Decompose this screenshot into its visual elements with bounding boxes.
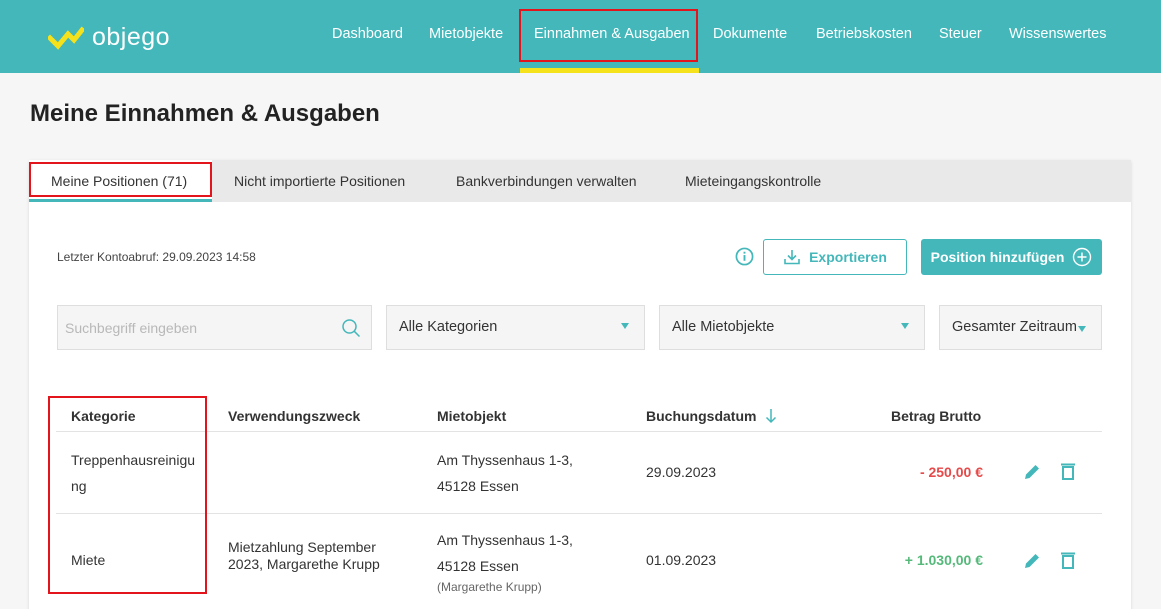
add-position-button-label: Position hinzufügen: [930, 249, 1065, 265]
export-button[interactable]: Exportieren: [763, 239, 907, 275]
sort-down-icon[interactable]: [764, 408, 778, 424]
search-field: [57, 305, 372, 350]
pencil-icon[interactable]: [1022, 551, 1042, 571]
column-header-verwendungszweck[interactable]: Verwendungszweck: [228, 408, 360, 424]
row-property: Am Thyssenhaus 1-3, 45128 Essen (Margare…: [437, 532, 573, 594]
info-icon[interactable]: [735, 247, 754, 266]
chevron-down-icon: [901, 323, 909, 329]
period-select-value: Gesamter Zeitraum: [952, 319, 1077, 335]
nav-steuer[interactable]: Steuer: [939, 26, 982, 42]
top-navbar: objego Dashboard Mietobjekte Einnahmen &…: [0, 0, 1161, 73]
row-date: 01.09.2023: [646, 552, 717, 568]
page-title: Meine Einnahmen & Ausgaben: [30, 100, 380, 127]
nav-wissenswertes[interactable]: Wissenswertes: [1009, 26, 1107, 42]
nav-dokumente[interactable]: Dokumente: [713, 26, 787, 42]
tab-bar: Meine Positionen (71) Nicht importierte …: [29, 160, 1131, 202]
nav-einnahmen-ausgaben[interactable]: Einnahmen & Ausgaben: [534, 26, 690, 42]
row-amount: + 1.030,00 €: [904, 552, 983, 568]
app-logo[interactable]: objego: [48, 22, 170, 52]
column-header-buchungsdatum-label: Buchungsdatum: [646, 408, 757, 424]
trash-icon[interactable]: [1058, 461, 1078, 481]
search-icon[interactable]: [341, 318, 361, 338]
property-select[interactable]: Alle Mietobjekte: [659, 305, 925, 350]
tab-meine-positionen[interactable]: Meine Positionen (71): [51, 173, 187, 189]
row-amount: - 250,00 €: [919, 464, 983, 480]
period-select[interactable]: Gesamter Zeitraum: [939, 305, 1102, 350]
nav-mietobjekte[interactable]: Mietobjekte: [429, 26, 503, 42]
last-fetch-text: Letzter Kontoabruf: 29.09.2023 14:58: [57, 250, 256, 264]
positions-card: Meine Positionen (71) Nicht importierte …: [29, 160, 1131, 609]
row-category: Treppenhausreinigu ng: [71, 452, 196, 494]
column-header-mietobjekt[interactable]: Mietobjekt: [437, 408, 506, 424]
chevron-down-icon: [1078, 326, 1086, 332]
app-name: objego: [92, 22, 171, 51]
column-header-kategorie[interactable]: Kategorie: [71, 408, 136, 424]
download-icon: [784, 250, 800, 265]
objego-logo-icon: [48, 26, 84, 50]
table-header-divider: [56, 431, 1102, 432]
row-date: 29.09.2023: [646, 464, 717, 480]
add-position-button[interactable]: Position hinzufügen: [921, 239, 1102, 275]
export-button-label: Exportieren: [809, 249, 887, 265]
row-property: Am Thyssenhaus 1-3, 45128 Essen: [437, 452, 573, 494]
tab-bankverbindungen[interactable]: Bankverbindungen verwalten: [456, 173, 637, 189]
nav-betriebskosten[interactable]: Betriebskosten: [816, 26, 912, 42]
property-select-value: Alle Mietobjekte: [672, 319, 775, 335]
column-header-buchungsdatum[interactable]: Buchungsdatum: [646, 408, 778, 424]
pencil-icon[interactable]: [1022, 462, 1042, 482]
tab-nicht-importierte-positionen[interactable]: Nicht importierte Positionen: [234, 173, 405, 189]
chevron-down-icon: [621, 323, 629, 329]
row-tenant: (Margarethe Krupp): [437, 580, 542, 594]
row-category: Miete: [71, 552, 106, 568]
category-select-value: Alle Kategorien: [399, 319, 498, 335]
category-select[interactable]: Alle Kategorien: [386, 305, 645, 350]
tab-mieteingangskontrolle[interactable]: Mieteingangskontrolle: [685, 173, 821, 189]
plus-circle-icon: [1073, 247, 1092, 267]
trash-icon[interactable]: [1058, 550, 1078, 570]
column-header-betrag-brutto[interactable]: Betrag Brutto: [891, 408, 981, 424]
search-input[interactable]: [58, 306, 371, 349]
nav-dashboard[interactable]: Dashboard: [332, 26, 403, 42]
tab-active-indicator: [29, 199, 212, 202]
row-purpose: Mietzahlung September 2023, Margarethe K…: [228, 539, 380, 572]
nav-active-indicator: [520, 68, 699, 73]
table-row-divider: [56, 513, 1102, 514]
